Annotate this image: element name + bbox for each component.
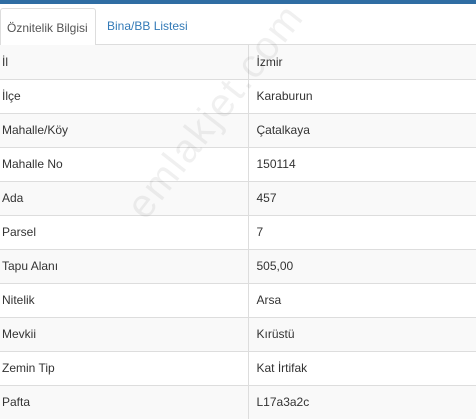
tab-bina-bb-listesi[interactable]: Bina/BB Listesi	[97, 7, 198, 46]
table-row: Tapu Alanı 505,00	[0, 248, 476, 283]
row-label: İl	[0, 45, 249, 79]
table-row: İlçe Karaburun	[0, 78, 476, 113]
table-row: Zemin Tip Kat İrtifak	[0, 350, 476, 385]
row-label: İlçe	[0, 78, 249, 113]
row-value: İzmir	[248, 45, 476, 79]
row-value: Kat İrtifak	[248, 350, 476, 385]
row-label: Mahalle/Köy	[0, 112, 249, 147]
row-label: Ada	[0, 180, 249, 215]
row-value: 505,00	[248, 248, 476, 283]
row-label: Mevkii	[0, 316, 249, 351]
row-label: Tapu Alanı	[0, 248, 249, 283]
row-value: Kırüstü	[248, 316, 476, 351]
tab-oznitelik-bilgisi[interactable]: Öznitelik Bilgisi	[0, 8, 96, 46]
table-row: Ada 457	[0, 180, 476, 215]
table-row: Parsel 7	[0, 214, 476, 249]
row-value: 7	[248, 214, 476, 249]
tab-bar: Öznitelik Bilgisi Bina/BB Listesi	[0, 4, 476, 46]
row-value: Çatalkaya	[248, 112, 476, 147]
row-label: Mahalle No	[0, 146, 249, 181]
row-value: 150114	[248, 146, 476, 181]
attribute-table: İl İzmir İlçe Karaburun Mahalle/Köy Çata…	[0, 45, 476, 419]
table-row: Mevkii Kırüstü	[0, 316, 476, 351]
table-row: Mahalle/Köy Çatalkaya	[0, 112, 476, 147]
table-row: Nitelik Arsa	[0, 282, 476, 317]
table-row: Pafta L17a3a2c	[0, 384, 476, 419]
row-label: Parsel	[0, 214, 249, 249]
row-label: Zemin Tip	[0, 350, 249, 385]
row-label: Nitelik	[0, 282, 249, 317]
row-value: Arsa	[248, 282, 476, 317]
row-value: 457	[248, 180, 476, 215]
table-row: Mahalle No 150114	[0, 146, 476, 181]
table-row: İl İzmir	[0, 45, 476, 79]
row-value: L17a3a2c	[248, 384, 476, 419]
row-value: Karaburun	[248, 78, 476, 113]
row-label: Pafta	[0, 384, 249, 419]
